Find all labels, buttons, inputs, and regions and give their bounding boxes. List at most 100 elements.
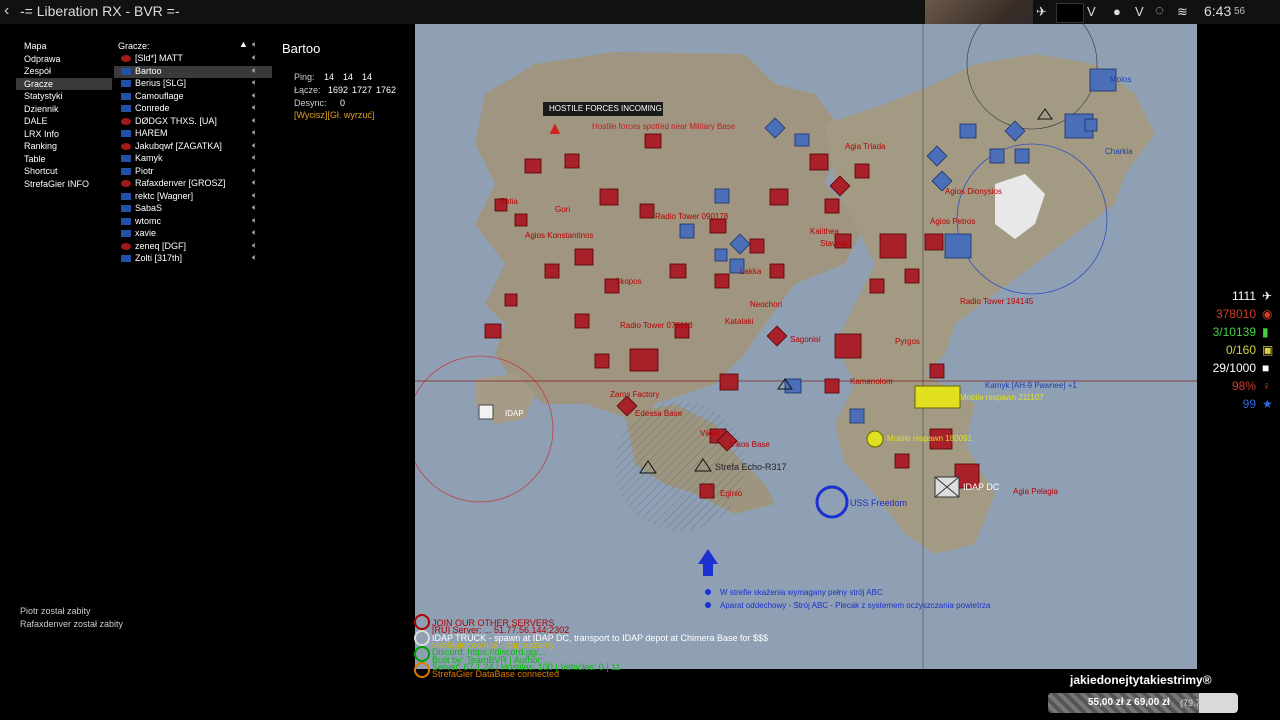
donation-goal-text: 55,00 zł z 69,00 zł [1088,697,1170,708]
ammo-icon: ◉ [1262,307,1273,321]
menu-item-10[interactable]: Shortcut [24,166,58,176]
speaker-icon[interactable]: 🔈︎ [252,77,257,88]
player-row[interactable]: wtomc 🔈︎ [114,215,272,228]
speaker-icon[interactable]: 🔈︎ [252,190,257,201]
player-side-icon [121,117,131,125]
map-town-label: Skopos [615,277,642,286]
map-town-label: Kamenolom [850,377,893,386]
player-row[interactable]: rektc [Wagner] 🔈︎ [114,190,272,203]
menu-item-3[interactable]: Gracze [24,79,53,89]
ping-value-1: 14 [324,72,335,82]
player-row[interactable]: SabaS 🔈︎ [114,202,272,215]
speaker-icon[interactable]: 🔈︎ [252,215,257,226]
stat-value: 3/10139 [1212,325,1256,339]
speaker-icon[interactable]: 🔈︎ [252,127,257,138]
player-side-icon [121,180,131,187]
menu-item-8[interactable]: Ranking [24,141,57,151]
clock-seconds: 56 [1234,6,1246,17]
map-label-strefa: Strefa Echo-R317 [715,462,787,472]
map-town-label: Lakka [740,267,762,276]
speaker-icon[interactable]: 🔈︎ [252,240,257,251]
stat-value: 0/160 [1225,343,1256,357]
speaker-icon[interactable]: 🔈︎ [252,52,257,63]
player-row[interactable]: Piotr 🔈︎ [114,165,272,178]
tactical-map[interactable]: IDAP IDAP DC USS Freedom Strefa Echo-R31… [415,24,1197,669]
stat-value: 98% [1231,379,1256,393]
player-row[interactable]: zeneq [DGF] 🔈︎ [114,240,272,253]
player-row[interactable]: Rafaxdenver [GROSZ] 🔈︎ [114,177,272,190]
map-town-label: Gori [555,205,570,214]
menu-item-4[interactable]: Statystyki [24,91,63,101]
player-side-icon [121,80,131,87]
back-arrow-icon[interactable]: ‹ [4,2,9,20]
map-label-idap: IDAP [505,409,524,418]
map-town-label: Radio Tower 076113 [620,321,693,330]
player-row[interactable]: xavie 🔈︎ [114,227,272,240]
menu-item-2[interactable]: Zespół [24,66,51,76]
layers-icon[interactable]: ≋ [1177,4,1188,20]
speaker-icon[interactable]: 🔈︎ [252,90,257,101]
menu-item-9[interactable]: Table [24,154,46,164]
map-canvas[interactable]: IDAP IDAP DC USS Freedom Strefa Echo-R31… [415,24,1197,669]
ping-value-2: 14 [343,72,354,82]
speaker-icon[interactable]: 🔈︎ [252,177,257,188]
player-row[interactable]: Kamyk 🔈︎ [114,152,272,165]
player-row[interactable]: Jakubqwf [ZAGATKA] 🔈︎ [114,140,272,153]
player-name: zeneq [DGF] [135,240,187,251]
speaker-icon[interactable]: 🔈︎ [252,65,257,76]
chat-source-icon [414,614,430,630]
menu-item-0[interactable]: Mapa [24,41,47,51]
player-name: SabaS [135,203,163,213]
clock: 6:43 [1204,3,1232,19]
sort-arrow-icon[interactable]: ▲ [239,39,248,49]
map-label-respawn1: Mobile respawn 211107 [960,393,1044,402]
black-square-icon[interactable] [1056,3,1084,23]
map-label-kamyk: Kamyk [AH-9 Pawnee] +1 [985,381,1077,390]
star-icon: ★ [1262,397,1273,411]
chat-line: StrefaGier DataBase connected [432,669,560,680]
plane-icon[interactable]: ✈ [1036,4,1047,20]
player-row[interactable]: HAREM 🔈︎ [114,127,272,140]
player-actions[interactable]: [Wycisz][Gł. wyrzuć] [294,110,374,120]
menu-item-1[interactable]: Odprawa [24,54,61,64]
menu-item-5[interactable]: Dziennik [24,104,59,114]
speaker-header-icon[interactable]: 🔈︎ [252,39,257,50]
map-town-label: Edessa Base [635,409,683,418]
speaker-icon[interactable]: 🔈︎ [252,152,257,163]
dot-icon[interactable]: ● [1113,4,1121,19]
player-row[interactable]: Zolti [317th] 🔈︎ [114,252,272,265]
speaker-icon[interactable]: 🔈︎ [252,102,257,113]
menu-item-11[interactable]: StrefaGier INFO [24,179,89,189]
map-town-label: Agios Konstantinos [525,231,594,240]
speaker-icon[interactable]: 🔈︎ [252,115,257,126]
player-row[interactable]: DØDGX THXS. [UA] 🔈︎ [114,115,272,128]
uss-freedom-marker [815,485,849,519]
player-side-icon [121,130,131,137]
menu-item-6[interactable]: DALE [24,116,48,126]
stat-value: 1111 [1231,289,1256,303]
window-title: -= Liberation RX - BVR =- [20,3,180,19]
player-row[interactable]: Bartoo 🔈︎ [114,65,272,78]
speaker-icon[interactable]: 🔈︎ [252,165,257,176]
player-side-icon [121,242,131,250]
player-name: Piotr [135,165,154,176]
map-town-label: Molos [1110,75,1131,84]
speaker-icon[interactable]: 🔈︎ [252,227,257,238]
map-label-respawn2: Mobile respawn 180091 [887,434,972,443]
speaker-icon[interactable]: 🔈︎ [252,202,257,213]
desync-label: Desync: [294,98,327,108]
speaker-icon[interactable]: 🔈︎ [252,252,257,263]
menu-item-7[interactable]: LRX Info [24,129,59,139]
player-row[interactable]: Conrede 🔈︎ [114,102,272,115]
settings-ring-icon[interactable]: ◌ [1155,2,1164,19]
kill-feed-1: Piotr został zabity [20,606,91,616]
chevron-down-icon[interactable]: V [1087,4,1096,19]
player-side-icon [121,167,131,175]
player-row[interactable]: [Sld*] MATT 🔈︎ [114,52,272,65]
player-row[interactable]: Berius [SLG] 🔈︎ [114,77,272,90]
speaker-icon[interactable]: 🔈︎ [252,140,257,151]
player-row[interactable]: Camouflage 🔈︎ [114,90,272,103]
map-town-label: Agios Petros [930,217,975,226]
chevron-down-icon-2[interactable]: V [1135,4,1144,19]
idap-marker [478,404,494,420]
